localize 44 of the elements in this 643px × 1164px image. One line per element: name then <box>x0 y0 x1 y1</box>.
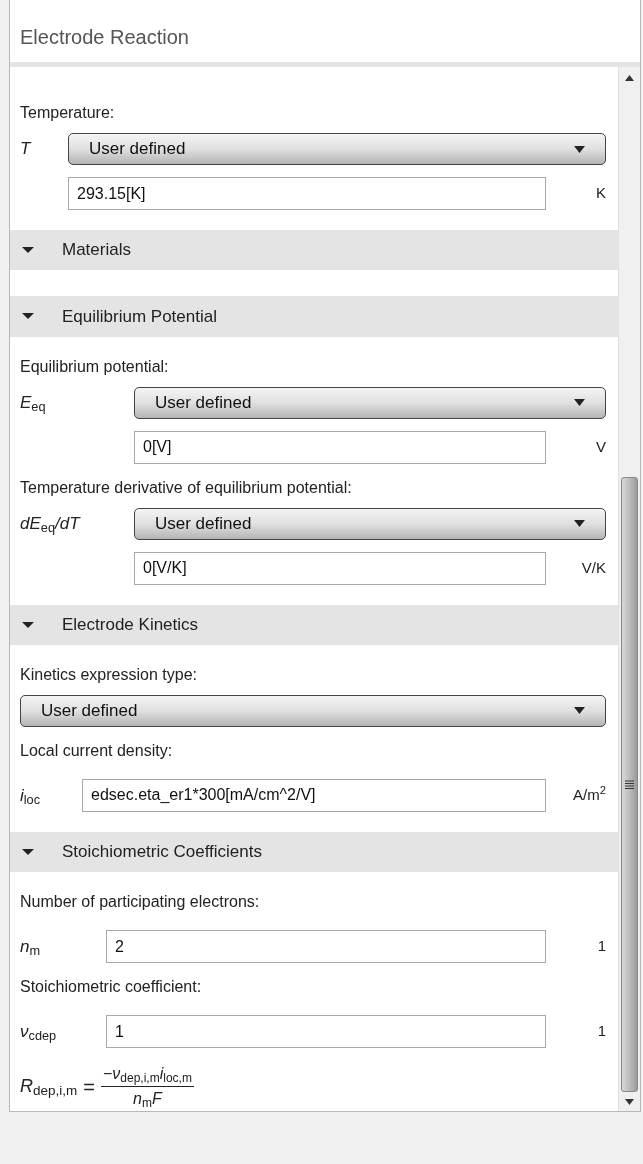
unit-label: 1 <box>597 936 606 957</box>
equation: R$_{dep,i,m}$ = −ν$_{dep,i,m}$i$_{loc,m}$ n$_{m}$F <box>20 1062 606 1111</box>
symbol-label: T <box>20 138 31 161</box>
symbol-label: i$_{loc}$ <box>20 784 41 808</box>
dropdown[interactable]: User defined <box>68 133 606 165</box>
dropdown[interactable]: User defined <box>134 386 606 419</box>
grip-icon <box>625 780 634 789</box>
unit-label: K <box>596 183 606 204</box>
unit-label: 1 <box>597 1021 606 1042</box>
input-field[interactable]: 0[V] <box>134 430 546 464</box>
symbol-label: dE$_{eq}$/dT <box>20 512 80 537</box>
scrollbar[interactable] <box>618 67 640 1111</box>
input-field[interactable]: 2 <box>106 930 546 963</box>
input-field[interactable]: 1 <box>106 1015 546 1048</box>
dropdown[interactable]: User defined <box>134 507 606 540</box>
scroll-down-icon[interactable] <box>625 1099 634 1105</box>
input-field[interactable]: 293.15[K] <box>68 177 546 210</box>
symbol-label: E$_{eq}$ <box>20 391 46 416</box>
section-header[interactable]: Materials <box>10 230 618 271</box>
dropdown[interactable]: User defined <box>20 694 606 727</box>
field-label: Temperature: <box>20 103 116 123</box>
field-label: Number of participating electrons: <box>20 892 261 912</box>
symbol-label: n$_{m}$ <box>20 935 41 960</box>
scrollbar-thumb[interactable] <box>621 477 638 1092</box>
section-header[interactable]: Equilibrium Potential <box>10 296 618 337</box>
unit-label: A/m$^{2}$ <box>573 784 606 805</box>
field-label: Equilibrium potential: <box>20 356 170 377</box>
scroll-up-icon[interactable] <box>625 75 634 81</box>
field-label: Stoichiometric coefficient: <box>20 977 203 997</box>
section-header[interactable]: Stoichiometric Coefficients <box>10 831 618 872</box>
field-label: Kinetics expression type: <box>20 664 198 685</box>
field-label: Temperature derivative of equilibrium potential: <box>20 477 353 498</box>
unit-label: V <box>596 436 606 457</box>
section-header[interactable]: Electrode Kinetics <box>10 604 618 645</box>
input-field[interactable]: edsec.eta_er1*300[mA/cm^2/V] <box>82 778 546 812</box>
caret-icon <box>574 399 585 406</box>
unit-label: V/K <box>581 557 606 578</box>
caret-icon <box>574 145 585 153</box>
field-label: Local current density: <box>20 740 174 761</box>
caret-icon <box>574 520 585 527</box>
caret-icon <box>574 707 585 715</box>
input-field[interactable]: 0[V/K] <box>134 551 546 585</box>
panel-title: Electrode Reaction <box>20 25 189 50</box>
symbol-label: ν$_{cdep}$ <box>20 1020 57 1045</box>
